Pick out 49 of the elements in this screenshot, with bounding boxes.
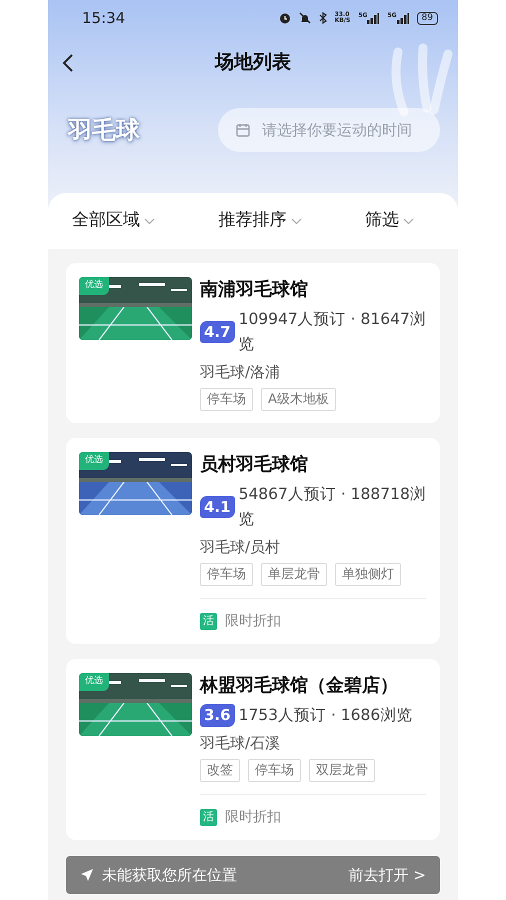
signal-icon xyxy=(367,12,380,24)
booking-stats: 54867人预订 · 188718浏览 xyxy=(238,484,426,530)
signal-icon xyxy=(396,12,409,24)
back-icon xyxy=(62,52,74,73)
feature-tag: 停车场 xyxy=(248,758,301,782)
filter-dropdown[interactable]: 筛选 xyxy=(365,208,414,234)
rating-badge: 4.7 xyxy=(200,320,235,344)
feature-tag: 双层龙骨 xyxy=(309,758,375,782)
location-arrow-icon xyxy=(80,868,94,882)
open-settings-link[interactable]: 前去打开 > xyxy=(348,864,426,886)
venue-name: 员村羽毛球馆 xyxy=(200,453,309,477)
booking-stats: 109947人预订 · 81647浏览 xyxy=(238,309,426,355)
featured-badge: 优选 xyxy=(79,277,109,294)
promo-icon: 活 xyxy=(200,809,217,826)
venue-category: 羽毛球/石溪 xyxy=(200,733,282,754)
venue-category: 羽毛球/洛浦 xyxy=(200,362,282,383)
venue-name: 林盟羽毛球馆（金碧店） xyxy=(200,674,399,698)
bluetooth-icon xyxy=(318,12,327,24)
feature-tag: A级木地板 xyxy=(261,388,336,411)
promo-text: 限时折扣 xyxy=(225,808,281,827)
feature-tag: 单层龙骨 xyxy=(261,562,327,586)
sport-title: 羽毛球 xyxy=(68,115,140,146)
toast-message: 未能获取您所在位置 xyxy=(102,864,238,886)
feature-tag: 停车场 xyxy=(200,388,253,411)
chevron-down-icon xyxy=(403,218,414,224)
feature-tag: 单独侧灯 xyxy=(335,562,401,586)
venue-name: 南浦羽毛球馆 xyxy=(200,278,309,302)
promo-icon: 活 xyxy=(200,613,217,630)
status-time: 15:34 xyxy=(82,8,126,29)
featured-badge: 优选 xyxy=(79,452,109,470)
venue-card[interactable]: 优选 林盟羽毛球馆（金碧店） 3.6 1753人预订 · 1686浏览 羽毛球/石溪 改签 停车场 双层龙骨 活 限时折扣 xyxy=(66,659,440,840)
rating-badge: 3.6 xyxy=(200,704,235,727)
booking-stats: 1753人预订 · 1686浏览 xyxy=(238,705,412,726)
chevron-down-icon xyxy=(144,218,155,224)
chevron-down-icon xyxy=(290,218,302,224)
calendar-icon xyxy=(236,123,250,137)
feature-tag: 停车场 xyxy=(200,562,253,586)
battery-level: 89 xyxy=(416,12,438,24)
rating-badge: 4.1 xyxy=(200,496,235,518)
bell-muted-icon xyxy=(298,12,311,24)
date-search-field[interactable]: 请选择你要运动的时间 xyxy=(218,108,440,152)
venue-category: 羽毛球/员村 xyxy=(200,537,282,558)
page-title: 场地列表 xyxy=(215,50,291,75)
featured-badge: 优选 xyxy=(79,673,109,690)
alarm-icon xyxy=(278,12,291,24)
filter-dropdown[interactable]: 推荐排序 xyxy=(218,208,302,234)
filter-dropdown[interactable]: 全部区域 xyxy=(72,208,155,234)
promo-text: 限时折扣 xyxy=(225,612,281,631)
feature-tag: 改签 xyxy=(200,758,240,782)
